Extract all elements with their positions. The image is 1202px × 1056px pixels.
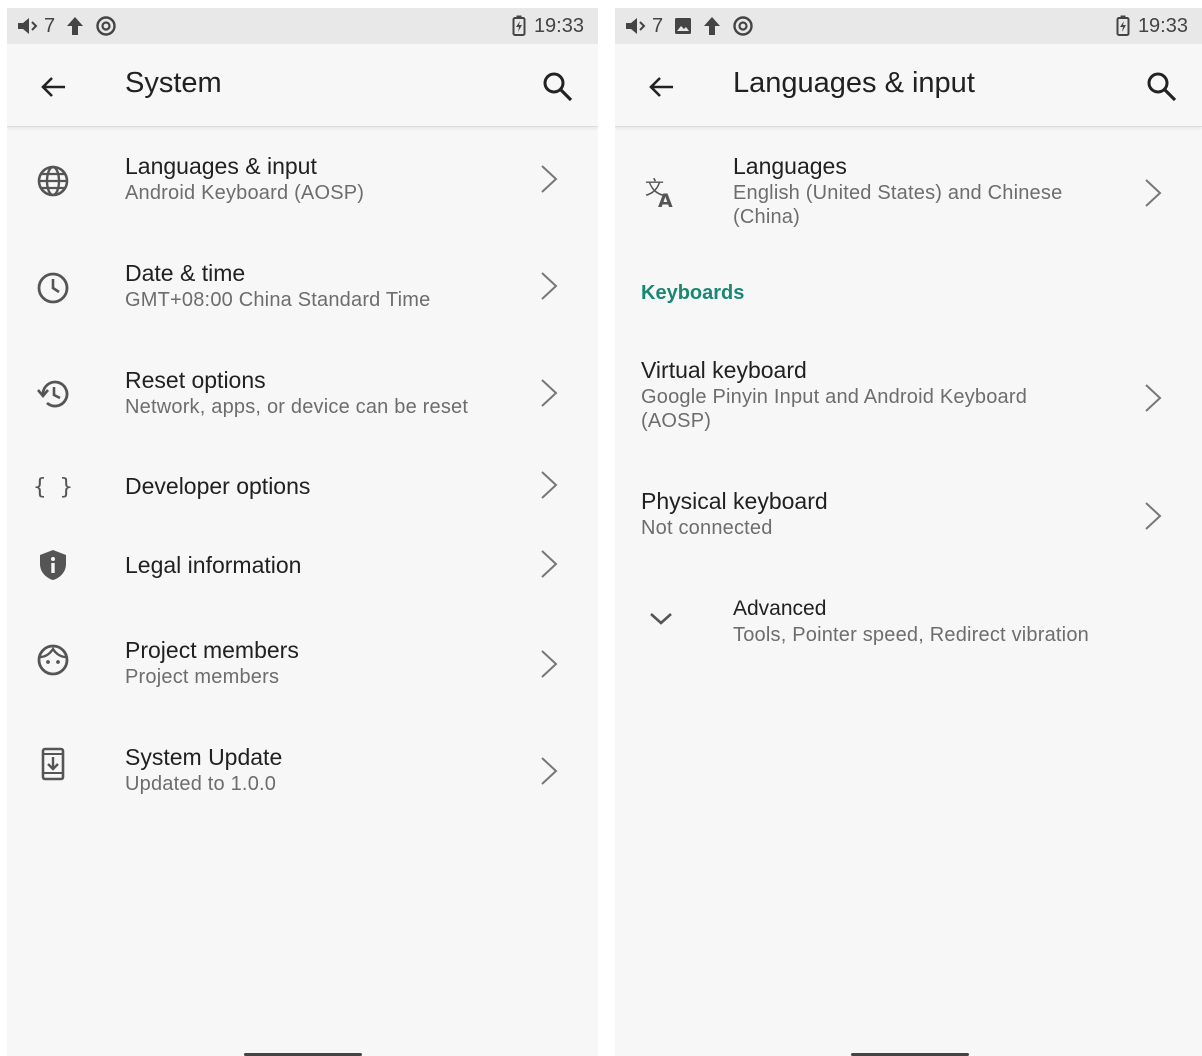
- item-subtitle-line1: English (United States) and Chinese: [733, 182, 1063, 204]
- keyboards-section-header: Keyboards: [641, 282, 745, 304]
- chevron-right-icon: [1145, 502, 1162, 530]
- physical-keyboard-item[interactable]: Physical keyboard Not connected: [615, 479, 1202, 569]
- system-update-icon: [41, 747, 65, 781]
- app-bar: System: [7, 44, 598, 127]
- item-subtitle: Android Keyboard (AOSP): [125, 182, 365, 204]
- clock-icon: [37, 272, 69, 304]
- search-icon[interactable]: [540, 69, 574, 103]
- item-subtitle: Not connected: [641, 517, 773, 539]
- chevron-right-icon: [541, 550, 558, 578]
- restore-icon: [37, 380, 69, 408]
- upload-icon: [67, 17, 84, 35]
- languages-input-item[interactable]: Languages & input Android Keyboard (AOSP…: [7, 144, 598, 234]
- page-title: Languages & input: [733, 67, 975, 99]
- languages-input-screen: 7 19:33 Languages & input 文 A Languages …: [615, 8, 1202, 1056]
- volume-icon: [626, 18, 646, 34]
- braces-icon: { }: [35, 475, 71, 500]
- item-title: Legal information: [125, 552, 302, 578]
- item-subtitle-line2: (AOSP): [641, 410, 712, 432]
- upload-icon: [704, 17, 721, 35]
- chevron-right-icon: [541, 757, 558, 785]
- system-update-item[interactable]: System Update Updated to 1.0.0: [7, 729, 598, 819]
- item-subtitle: Project members: [125, 666, 280, 688]
- data-saver-icon: [96, 16, 116, 36]
- svg-text:A: A: [658, 190, 673, 210]
- translate-icon: 文 A: [645, 177, 673, 210]
- item-subtitle: Network, apps, or device can be reset: [125, 396, 469, 418]
- clock: 19:33: [533, 14, 584, 37]
- item-subtitle-line1: Google Pinyin Input and Android Keyboard: [641, 386, 1028, 408]
- back-arrow-icon[interactable]: [37, 71, 69, 103]
- clock: 19:33: [1137, 14, 1188, 37]
- virtual-keyboard-item[interactable]: Virtual keyboard Google Pinyin Input and…: [615, 348, 1202, 460]
- image-icon: [675, 18, 692, 34]
- chevron-right-icon: [541, 471, 558, 499]
- legal-information-item[interactable]: Legal information: [7, 543, 598, 615]
- battery-charging-icon: [512, 15, 526, 36]
- item-subtitle: Tools, Pointer speed, Redirect vibration: [733, 624, 1089, 646]
- languages-item[interactable]: 文 A Languages English (United States) an…: [615, 144, 1202, 256]
- item-title: Developer options: [125, 473, 311, 499]
- shield-info-icon: [40, 550, 66, 580]
- page-title: System: [125, 67, 222, 99]
- item-subtitle: Updated to 1.0.0: [125, 773, 277, 795]
- item-subtitle: GMT+08:00 China Standard Time: [125, 289, 431, 311]
- back-arrow-icon[interactable]: [645, 71, 677, 103]
- search-icon[interactable]: [1144, 69, 1178, 103]
- system-settings-screen: 7 19:33 System Languages & input Android…: [7, 8, 598, 1056]
- face-icon: [37, 644, 69, 676]
- item-title: Project members: [125, 637, 299, 663]
- item-title: Physical keyboard: [641, 488, 828, 514]
- chevron-right-icon: [541, 165, 558, 193]
- svg-text:{ }: { }: [35, 475, 71, 500]
- item-subtitle-line2: (China): [733, 206, 800, 228]
- chevron-right-icon: [1145, 384, 1162, 412]
- volume-icon: [18, 18, 38, 34]
- data-saver-icon: [733, 16, 753, 36]
- item-title: Virtual keyboard: [641, 357, 807, 383]
- item-title: Reset options: [125, 367, 266, 393]
- reset-options-item[interactable]: Reset options Network, apps, or device c…: [7, 358, 598, 448]
- chevron-down-icon: [650, 613, 672, 625]
- project-members-item[interactable]: Project members Project members: [7, 622, 598, 712]
- status-bar: 7 19:33: [7, 8, 598, 44]
- date-time-item[interactable]: Date & time GMT+08:00 China Standard Tim…: [7, 251, 598, 341]
- chevron-right-icon: [541, 272, 558, 300]
- chevron-right-icon: [541, 379, 558, 407]
- status-bar: 7 19:33: [615, 8, 1202, 44]
- item-title: Languages & input: [125, 153, 317, 179]
- globe-icon: [37, 165, 69, 197]
- volume-level: 7: [652, 14, 664, 37]
- item-title: Date & time: [125, 260, 246, 286]
- item-title: Advanced: [733, 597, 827, 620]
- volume-level: 7: [44, 14, 56, 37]
- app-bar: Languages & input: [615, 44, 1202, 127]
- item-title: System Update: [125, 744, 283, 770]
- chevron-right-icon: [541, 650, 558, 678]
- advanced-item[interactable]: Advanced Tools, Pointer speed, Redirect …: [615, 586, 1202, 676]
- item-title: Languages: [733, 153, 847, 179]
- chevron-right-icon: [1145, 179, 1162, 207]
- developer-options-item[interactable]: { } Developer options: [7, 464, 598, 536]
- battery-charging-icon: [1116, 15, 1130, 36]
